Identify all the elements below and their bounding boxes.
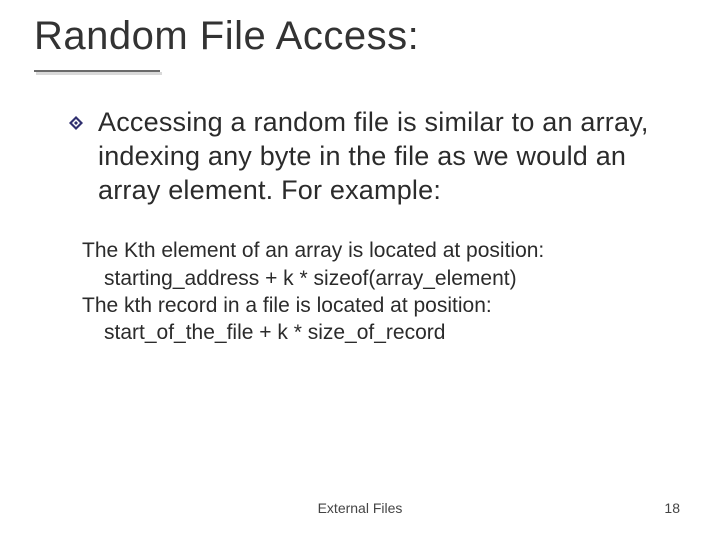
detail-line-3: The kth record in a file is located at p…	[82, 292, 660, 319]
footer-center: External Files	[0, 500, 720, 516]
detail-block: The Kth element of an array is located a…	[70, 237, 660, 346]
diamond-bullet-icon	[68, 115, 84, 131]
slide: Random File Access: Accessing a random f…	[0, 0, 720, 540]
bullet-row: Accessing a random file is similar to an…	[70, 106, 660, 207]
slide-number: 18	[664, 500, 680, 516]
detail-line-1: The Kth element of an array is located a…	[82, 237, 660, 264]
bullet-text: Accessing a random file is similar to an…	[98, 106, 660, 207]
detail-line-2: starting_address + k * sizeof(array_elem…	[82, 265, 660, 292]
detail-line-4: start_of_the_file + k * size_of_record	[82, 319, 660, 346]
title-underline-shadow	[36, 72, 162, 75]
body-block: Accessing a random file is similar to an…	[70, 106, 660, 346]
title-underline	[34, 70, 160, 72]
slide-title: Random File Access:	[34, 14, 419, 59]
